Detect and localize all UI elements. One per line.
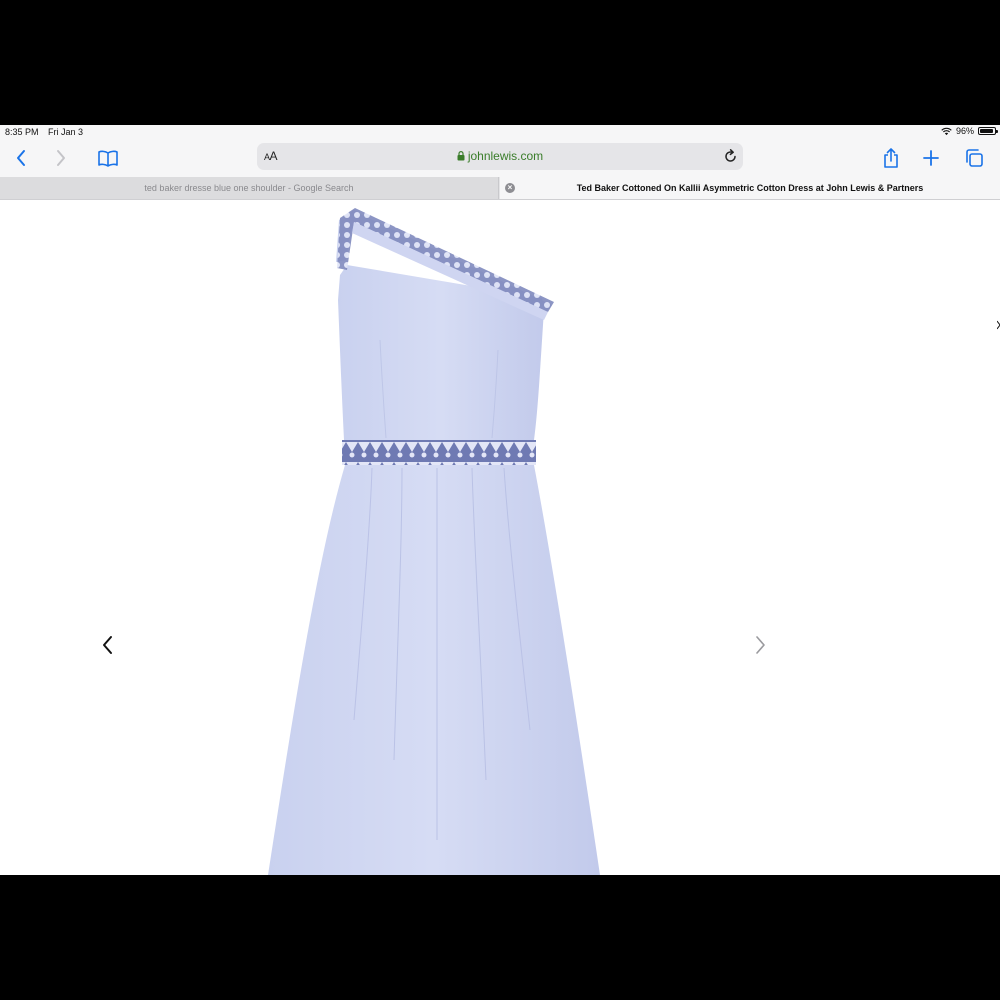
battery-icon — [978, 127, 998, 135]
tab-label: Ted Baker Cottoned On Kallii Asymmetric … — [576, 183, 924, 193]
battery-percent: 96% — [955, 126, 974, 136]
status-date: Fri Jan 3 — [48, 127, 84, 137]
next-image-icon[interactable] — [750, 633, 770, 657]
share-button[interactable] — [878, 145, 904, 171]
tabs-overview-button[interactable] — [961, 145, 987, 171]
previous-image-icon[interactable] — [98, 633, 118, 657]
url-display[interactable]: johnlewis.com — [257, 149, 743, 163]
status-indicators: 96% — [941, 126, 998, 136]
share-icon — [884, 148, 898, 168]
status-time: 8:35 PM — [5, 127, 39, 137]
new-tab-button[interactable] — [918, 145, 944, 171]
plus-icon — [923, 150, 939, 166]
tabs-icon — [966, 149, 983, 167]
tab-bar: ted baker dresse blue one shoulder - Goo… — [0, 177, 1000, 200]
product-image-dress[interactable] — [262, 200, 612, 875]
bookmarks-button[interactable] — [95, 145, 121, 171]
bookmarks-icon — [98, 150, 118, 167]
lock-icon — [457, 151, 465, 161]
url-text: johnlewis.com — [467, 149, 544, 163]
reload-icon[interactable] — [722, 148, 739, 165]
tab-john-lewis[interactable]: × Ted Baker Cottoned On Kallii Asymmetri… — [500, 177, 1000, 199]
battery-fill — [980, 129, 994, 133]
forward-icon — [57, 150, 65, 166]
battery-tip — [996, 130, 998, 133]
product-page — [0, 200, 1000, 875]
back-icon — [17, 150, 25, 166]
tab-label: ted baker dresse blue one shoulder - Goo… — [144, 183, 354, 193]
back-button[interactable] — [8, 145, 34, 171]
address-bar[interactable]: AA johnlewis.com — [257, 143, 743, 170]
tab-google-search[interactable]: ted baker dresse blue one shoulder - Goo… — [0, 177, 499, 199]
wifi-icon — [941, 127, 952, 135]
browser-toolbar: AA johnlewis.com — [0, 139, 1000, 177]
forward-button[interactable] — [48, 145, 74, 171]
status-bar: 8:35 PM Fri Jan 3 96% — [0, 125, 1000, 139]
ipad-screen: 8:35 PM Fri Jan 3 96% AA johnlewis.com t… — [0, 125, 1000, 875]
